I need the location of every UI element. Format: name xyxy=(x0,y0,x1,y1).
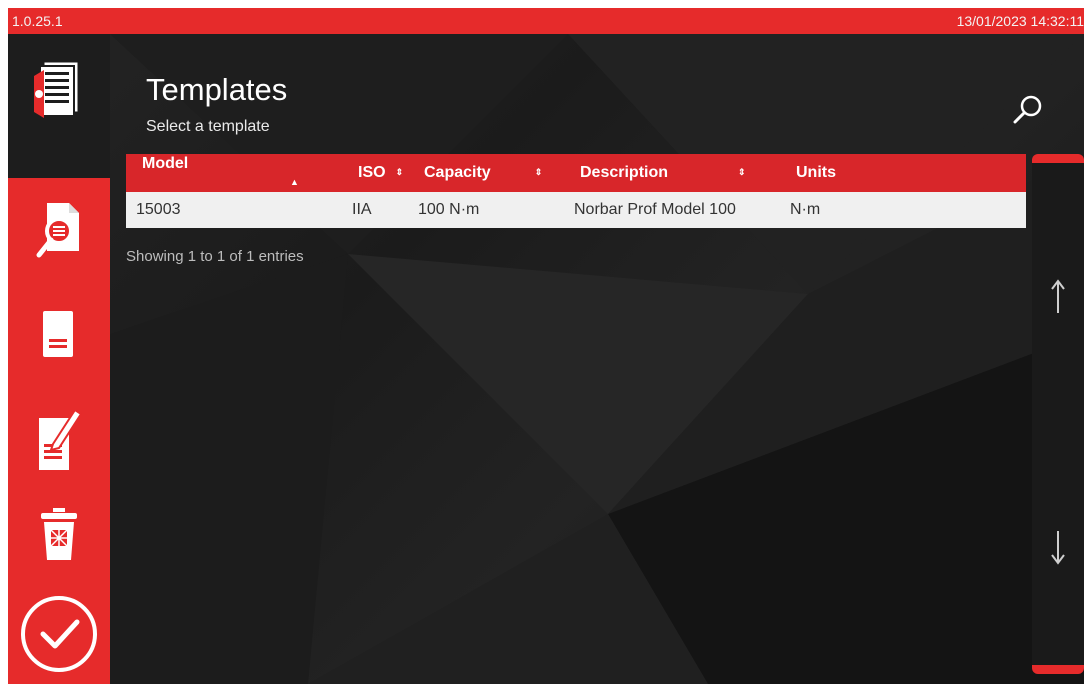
sidebar-item-view-template[interactable] xyxy=(8,182,110,282)
cell-model: 15003 xyxy=(126,192,342,228)
scroll-rail xyxy=(1032,154,1084,674)
version-label: 1.0.25.1 xyxy=(12,13,63,29)
sort-icon: ⇕ xyxy=(395,167,404,178)
status-bar: 1.0.25.1 13/01/2023 14:32:11 xyxy=(8,8,1084,34)
search-icon xyxy=(1013,95,1042,124)
template-logo-icon xyxy=(34,61,79,118)
trash-icon xyxy=(41,508,77,560)
column-header-units[interactable]: Units xyxy=(780,154,1026,192)
cell-iso: IIA xyxy=(342,192,408,228)
column-header-model[interactable]: Model▲ xyxy=(126,154,342,192)
search-document-icon xyxy=(36,203,79,258)
edit-document-icon xyxy=(39,408,83,470)
sidebar-item-delete[interactable] xyxy=(8,484,110,584)
table-row[interactable]: 15003 IIA 100 N·m Norbar Prof Model 100 … xyxy=(126,192,1026,228)
arrow-up-icon xyxy=(1051,279,1065,313)
column-header-description[interactable]: Description ⇕ xyxy=(564,154,780,192)
sidebar-item-document[interactable] xyxy=(8,286,110,386)
document-icon xyxy=(43,311,73,357)
search-button[interactable] xyxy=(1010,92,1046,128)
logo-area xyxy=(8,34,110,178)
main-stage: Templates Select a template Model▲ ISO ⇕ … xyxy=(8,34,1084,684)
sort-icon: ⇕ xyxy=(738,167,746,178)
sort-icon: ⇕ xyxy=(534,167,543,178)
cell-description: Norbar Prof Model 100 xyxy=(564,192,780,228)
scroll-down-button[interactable] xyxy=(1032,517,1084,577)
arrow-down-icon xyxy=(1051,531,1065,565)
templates-table: Model▲ ISO ⇕ Capacity ⇕ Description ⇕ Units… xyxy=(126,154,1026,228)
confirm-button[interactable] xyxy=(8,584,110,684)
table-header: Model▲ ISO ⇕ Capacity ⇕ Description ⇕ Units xyxy=(126,154,1026,192)
datetime-label: 13/01/2023 14:32:11 xyxy=(956,13,1084,29)
sidebar xyxy=(8,178,110,684)
cell-capacity: 100 N·m xyxy=(408,192,564,228)
column-header-iso[interactable]: ISO ⇕ xyxy=(342,154,408,192)
entries-info: Showing 1 to 1 of 1 entries xyxy=(126,248,304,265)
page-subtitle: Select a template xyxy=(146,118,270,135)
page-title: Templates xyxy=(146,72,288,107)
column-header-capacity[interactable]: Capacity ⇕ xyxy=(408,154,564,192)
check-circle-icon xyxy=(21,596,97,672)
cell-units: N·m xyxy=(780,192,1026,228)
sort-asc-icon: ▲ xyxy=(290,176,299,187)
sidebar-item-edit[interactable] xyxy=(8,390,110,490)
scroll-up-button[interactable] xyxy=(1032,267,1084,327)
